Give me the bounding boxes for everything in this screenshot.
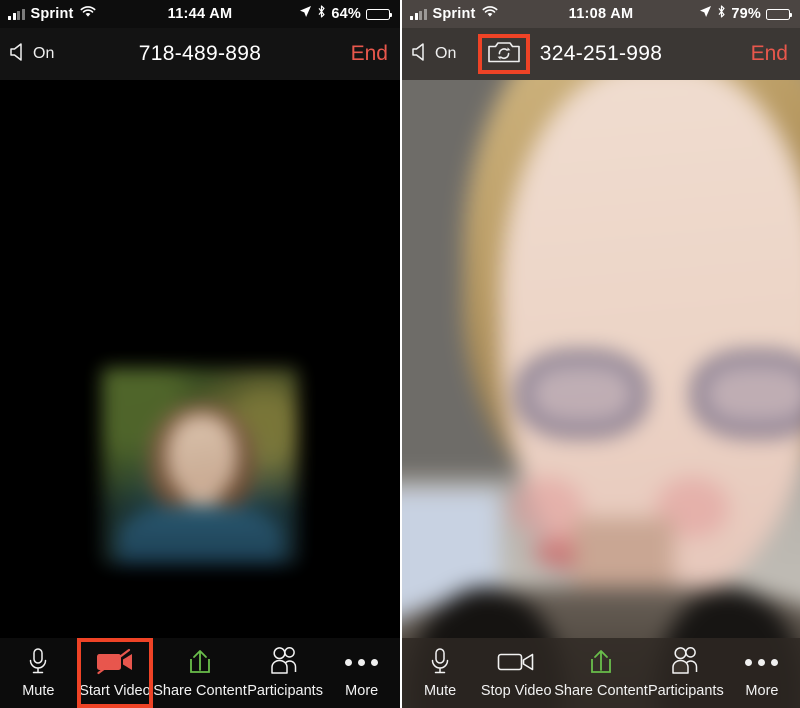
toolbar-label-participants: Participants [647, 683, 724, 699]
toolbar-label-more: More [345, 683, 379, 699]
active-speaker-video [402, 80, 800, 708]
status-bar-left: Sprint [410, 5, 498, 23]
call-header: On 324-251-998 End [402, 28, 800, 80]
share-upload-icon [185, 647, 215, 677]
carrier-label: Sprint [432, 6, 476, 22]
video-stage[interactable] [402, 80, 800, 708]
toolbar-label-mute: Mute [22, 683, 55, 699]
bluetooth-icon [717, 5, 726, 23]
status-bar-right: 64% [299, 5, 393, 23]
call-toolbar: Mute Stop Video Share Content Participan… [402, 638, 800, 708]
toolbar-label-share-content: Share Content [153, 683, 247, 699]
battery-percent-label: 64% [331, 6, 361, 22]
speaker-icon [8, 41, 30, 68]
toolbar-button-share-content[interactable]: Share Content [554, 638, 648, 708]
status-bar-left: Sprint [8, 5, 96, 23]
toolbar-button-mute[interactable]: Mute [0, 638, 77, 708]
wifi-icon [80, 5, 96, 23]
cellular-bars-icon [8, 8, 25, 20]
speaker-toggle[interactable]: On [410, 41, 456, 68]
toolbar-label-share-content: Share Content [554, 683, 648, 699]
toolbar-button-mute[interactable]: Mute [402, 638, 478, 708]
location-arrow-icon [699, 5, 712, 23]
meeting-id-label: 324-251-998 [539, 42, 663, 65]
call-toolbar: Mute Start Video Share Content Participa… [0, 638, 400, 708]
toolbar-button-more[interactable]: More [323, 638, 400, 708]
participants-icon [265, 647, 305, 677]
speaker-toggle[interactable]: On [8, 41, 54, 68]
video-stage[interactable] [0, 80, 400, 708]
meeting-id-label: 718-489-898 [138, 42, 262, 65]
share-upload-icon [586, 647, 616, 677]
toolbar-label-more: More [745, 683, 779, 699]
dual-screenshot-comparison: Sprint 11:44 AM 64% On 718-489-898 End M… [0, 0, 800, 708]
cellular-bars-icon [410, 8, 427, 20]
participants-icon [666, 647, 706, 677]
camera-flip-icon [487, 39, 521, 70]
phone-screen-left: Sprint 11:44 AM 64% On 718-489-898 End M… [0, 0, 400, 708]
microphone-icon [427, 647, 453, 677]
toolbar-label-stop-video: Stop Video [480, 683, 552, 699]
battery-icon [366, 8, 393, 20]
location-arrow-icon [299, 5, 312, 23]
status-bar: Sprint 11:44 AM 64% [0, 0, 400, 28]
battery-percent-label: 79% [731, 6, 761, 22]
toolbar-button-stop-video[interactable]: Stop Video [478, 638, 554, 708]
carrier-label: Sprint [30, 6, 74, 22]
end-call-button[interactable]: End [751, 42, 788, 66]
video-off-icon [95, 647, 135, 677]
clock-label: 11:44 AM [167, 6, 233, 22]
bluetooth-icon [317, 5, 326, 23]
toolbar-button-participants[interactable]: Participants [648, 638, 724, 708]
toolbar-label-participants: Participants [247, 683, 323, 699]
video-on-icon [496, 647, 536, 677]
end-call-button[interactable]: End [351, 42, 388, 66]
toolbar-button-share-content[interactable]: Share Content [153, 638, 247, 708]
call-header: On 718-489-898 End [0, 28, 400, 80]
more-dots-icon [745, 647, 779, 677]
more-dots-icon [345, 647, 379, 677]
status-bar-right: 79% [699, 5, 793, 23]
phone-screen-right: Sprint 11:08 AM 79% On 324-251-998 End M… [400, 0, 800, 708]
self-view-thumbnail [102, 368, 298, 564]
microphone-icon [25, 647, 51, 677]
speaker-label: On [33, 45, 55, 62]
speaker-icon [410, 41, 432, 68]
status-bar: Sprint 11:08 AM 79% [402, 0, 800, 28]
toolbar-label-start-video: Start Video [79, 683, 151, 699]
battery-icon [766, 8, 793, 20]
clock-label: 11:08 AM [568, 6, 634, 22]
camera-flip-button[interactable] [478, 34, 531, 74]
wifi-icon [482, 5, 498, 23]
toolbar-button-more[interactable]: More [724, 638, 800, 708]
toolbar-button-start-video[interactable]: Start Video [76, 638, 154, 708]
toolbar-button-participants[interactable]: Participants [247, 638, 324, 708]
speaker-label: On [435, 45, 457, 62]
toolbar-label-mute: Mute [423, 683, 457, 699]
